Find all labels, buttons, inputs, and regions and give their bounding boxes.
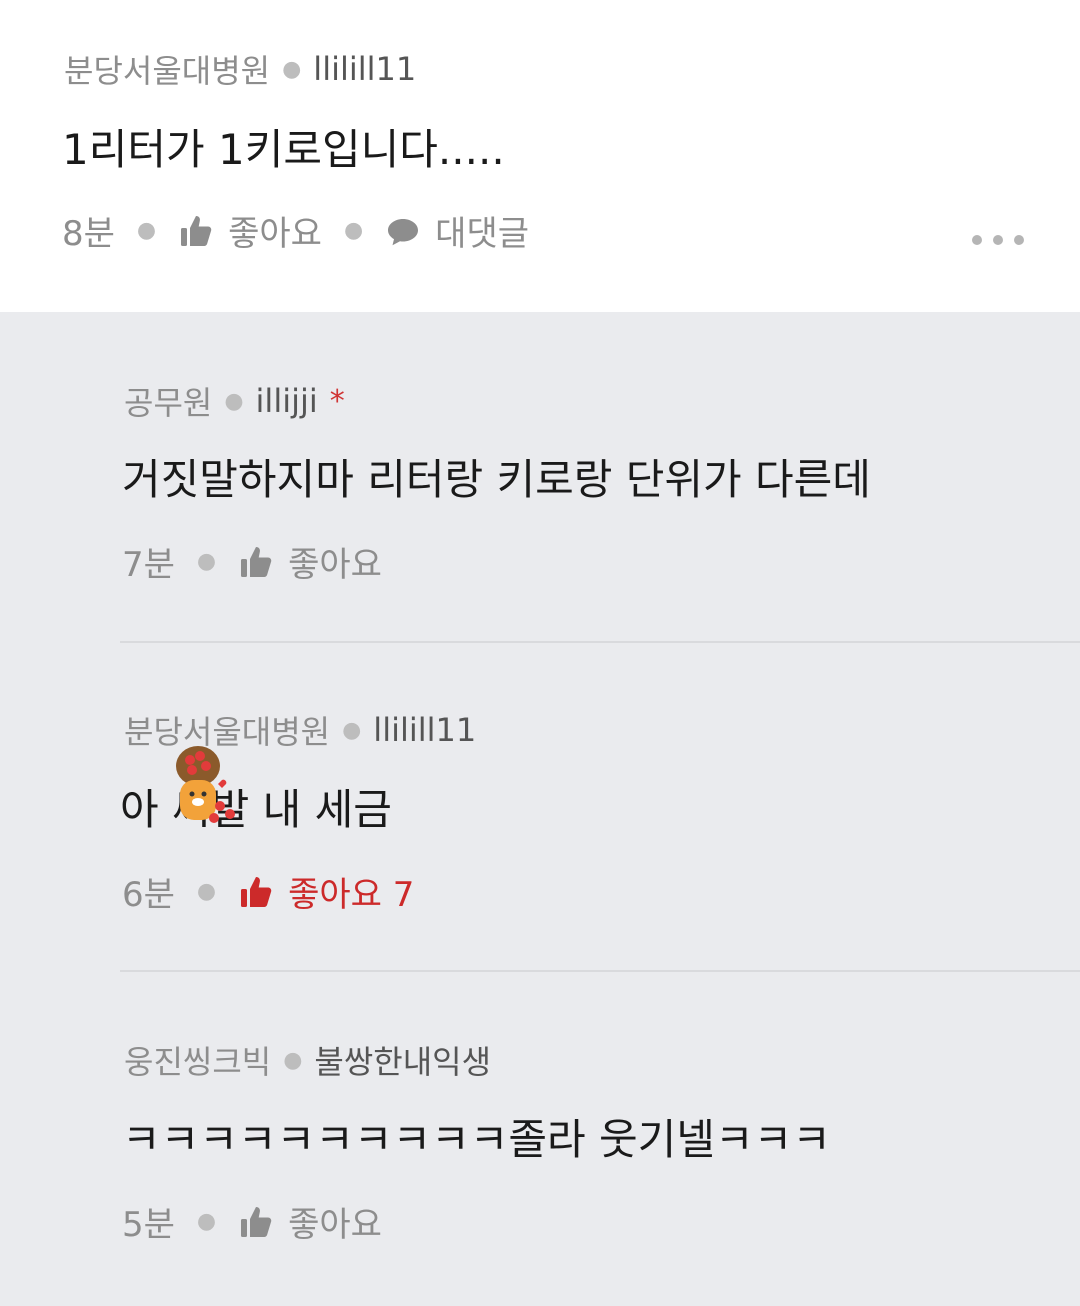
reply-meta: 공무원 ● illijji * (124, 378, 345, 424)
comment-actions: 8분 ● 좋아요 ● 대댓글 (62, 206, 529, 255)
more-options-button[interactable] (972, 228, 1024, 252)
reply-actions: 5분 ● 좋아요 (122, 1197, 382, 1246)
author-name[interactable]: 공무원 (124, 378, 212, 424)
like-label: 좋아요 (288, 545, 382, 585)
more-dots-icon (1014, 235, 1024, 245)
like-label: 좋아요 (288, 1205, 382, 1245)
main-comment: 분당서울대병원 ● llilill11 1리터가 1키로입니다..... 8분 … (0, 0, 1080, 312)
reply-button[interactable]: 대댓글 (385, 206, 529, 255)
reply-time: 6분 (122, 875, 175, 915)
more-dots-icon (972, 235, 982, 245)
thumbs-up-icon (181, 215, 212, 246)
reply-text: ㅋㅋㅋㅋㅋㅋㅋㅋㅋㅋ졸라 웃기넬ㅋㅋㅋ (122, 1115, 831, 1164)
user-id[interactable]: 불쌍한내익생 (314, 1037, 491, 1083)
reply-text: 거짓말하지마 리터랑 키로랑 단위가 다른데 (122, 455, 871, 504)
like-button[interactable]: 좋아요 (178, 206, 322, 255)
separator-dot: ● (224, 388, 244, 414)
separator-dot: ● (343, 218, 364, 243)
reply-actions: 6분 ● 좋아요 7 (122, 867, 414, 916)
like-button[interactable]: 좋아요 7 (238, 867, 414, 916)
author-name[interactable]: 분당서울대병원 (64, 46, 270, 92)
separator-dot: ● (196, 879, 217, 904)
comment-meta: 분당서울대병원 ● llilill11 (64, 46, 416, 92)
reply-time: 5분 (122, 1205, 175, 1245)
separator-dot: ● (282, 56, 302, 82)
like-label: 좋아요 (228, 214, 322, 254)
reply-label: 대댓글 (435, 214, 530, 254)
separator-dot: ● (196, 1209, 217, 1234)
speech-bubble-icon (388, 218, 419, 245)
separator-dot: ● (283, 1047, 303, 1073)
user-id[interactable]: illijji (256, 382, 318, 420)
reply-actions: 7분 ● 좋아요 (122, 537, 382, 586)
thumbs-up-icon (241, 876, 272, 907)
like-button[interactable]: 좋아요 (238, 1197, 382, 1246)
heart-sticker-icon (176, 746, 235, 823)
reply-text: 아 씨발 내 세금 (120, 785, 392, 834)
separator-dot: ● (342, 717, 362, 743)
comment-text: 1리터가 1키로입니다..... (62, 125, 505, 174)
user-id[interactable]: llilill11 (373, 711, 476, 749)
more-dots-icon (993, 235, 1003, 245)
like-button[interactable]: 좋아요 (238, 537, 382, 586)
divider (120, 970, 1080, 972)
reply-time: 7분 (122, 545, 175, 585)
comment-time: 8분 (62, 214, 115, 254)
author-name[interactable]: 웅진씽크빅 (124, 1037, 271, 1083)
reply-meta: 웅진씽크빅 ● 불쌍한내익생 (124, 1037, 491, 1083)
separator-dot: ● (196, 549, 217, 574)
user-id[interactable]: llilill11 (313, 50, 416, 88)
thumbs-up-icon (241, 546, 272, 577)
divider (120, 641, 1080, 643)
like-label: 좋아요 7 (288, 875, 415, 915)
author-badge: * (329, 383, 345, 419)
thumbs-up-icon (241, 1206, 272, 1237)
separator-dot: ● (136, 218, 157, 243)
